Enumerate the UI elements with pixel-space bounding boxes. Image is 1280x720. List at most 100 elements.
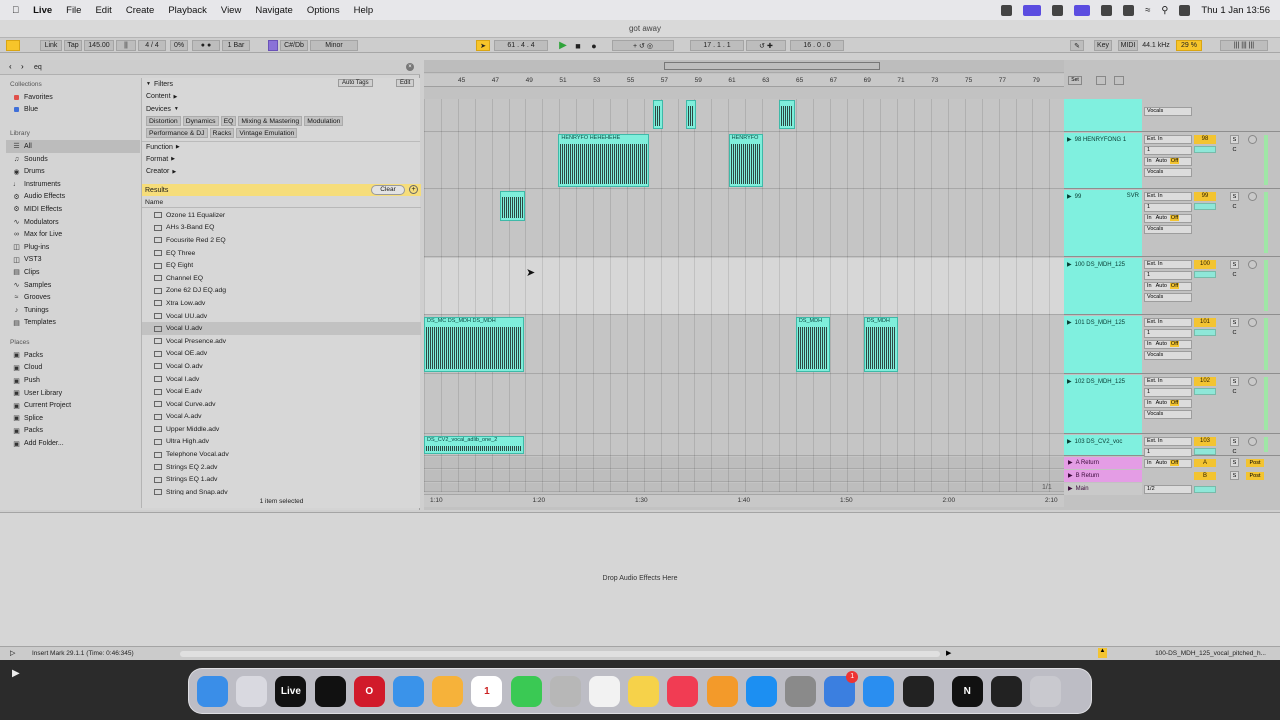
input-type[interactable]: Ext. In <box>1144 260 1192 269</box>
device-tag[interactable]: EQ <box>220 115 237 126</box>
dock-music-icon[interactable] <box>667 676 699 707</box>
fold-icon[interactable]: ▶ <box>1067 262 1072 268</box>
search-icon[interactable]: ⚲ <box>1161 5 1168 16</box>
pan-center[interactable]: C <box>1230 448 1239 457</box>
status-icon-5[interactable] <box>1101 4 1113 16</box>
dock-contacts-icon[interactable] <box>549 676 581 707</box>
dock-logic-icon[interactable] <box>902 676 934 707</box>
stop-button[interactable]: ■ <box>572 40 584 51</box>
solo-button[interactable]: S <box>1230 471 1239 480</box>
library-item-plug-ins[interactable]: ◫ Plug-ins <box>6 241 140 254</box>
status-icon-2[interactable] <box>1023 4 1042 16</box>
result-item[interactable]: EQ Three <box>142 247 421 260</box>
auto-tags-button[interactable]: Auto Tags <box>338 79 373 87</box>
result-item[interactable]: Vocal U.adv <box>142 322 421 335</box>
nudge-buttons[interactable]: || <box>116 40 136 51</box>
solo-button[interactable]: S <box>1230 135 1239 144</box>
volume-slider[interactable] <box>1194 271 1216 278</box>
result-item[interactable]: Telephone Vocal.adv <box>142 448 421 461</box>
post-button[interactable]: Post <box>1246 472 1264 480</box>
track-header[interactable]: ▶ 99 SVR <box>1064 190 1142 256</box>
loop-start[interactable]: 17 . 1 . 1 <box>690 40 744 51</box>
monitor-off[interactable]: Off <box>1169 400 1180 406</box>
name-column-header[interactable]: Name <box>142 197 421 208</box>
audio-clip[interactable] <box>653 100 663 129</box>
arm-button[interactable] <box>1248 377 1257 386</box>
solo-button[interactable]: S <box>1230 318 1239 327</box>
audio-clip[interactable] <box>686 100 696 129</box>
result-item[interactable]: Strings EQ 2.adv <box>142 461 421 474</box>
status-play-icon[interactable]: ▷ <box>10 649 15 657</box>
forward-arrow-icon[interactable]: › <box>21 62 24 71</box>
beat-ruler[interactable]: 45 47 49 51 53 55 57 59 61 63 65 67 69 71 73 75 77 79 <box>424 74 1064 87</box>
menu-options[interactable]: Options <box>307 5 340 16</box>
volume-slider[interactable] <box>1194 146 1216 153</box>
loop-length[interactable]: 16 . 0 . 0 <box>790 40 844 51</box>
arm-button[interactable] <box>1248 192 1257 201</box>
swing-field[interactable]: 0% <box>170 40 188 51</box>
dock-live-icon[interactable]: Live <box>275 676 307 707</box>
volume-slider[interactable] <box>1194 329 1216 336</box>
solo-button[interactable]: S <box>1230 458 1239 467</box>
monitor-select[interactable]: In Auto Off <box>1144 399 1192 408</box>
overdub-buttons[interactable]: + ↺ ◎ <box>612 40 674 51</box>
device-view[interactable]: Drop Audio Effects Here <box>0 512 1280 646</box>
input-channel[interactable]: 1 <box>1144 271 1192 280</box>
return-track-header[interactable]: ▶ A Return <box>1064 457 1142 469</box>
result-item[interactable]: Ultra High.adv <box>142 436 421 449</box>
collection-blue[interactable]: Blue <box>6 104 140 117</box>
quantize-menu[interactable]: 1 Bar <box>222 40 250 51</box>
fold-icon[interactable]: ▶ <box>1068 486 1073 492</box>
monitor-in[interactable]: In <box>1147 400 1152 406</box>
library-item-templates[interactable]: ▤ Templates <box>6 317 140 330</box>
dock-reminders-icon[interactable] <box>589 676 620 707</box>
result-item[interactable]: EQ Eight <box>142 259 421 272</box>
collection-favorites[interactable]: Favorites <box>6 91 140 104</box>
result-item[interactable]: Vocal Curve.adv <box>142 398 421 411</box>
monitor-select[interactable]: In Auto Off <box>1144 282 1192 291</box>
midi-map[interactable]: MIDI <box>1118 40 1138 51</box>
track-lane[interactable] <box>424 375 1064 434</box>
input-type[interactable]: Ext. In <box>1144 135 1192 144</box>
solo-button[interactable]: S <box>1230 192 1239 201</box>
output-channel[interactable]: Vocals <box>1144 225 1192 234</box>
place-item-packs[interactable]: ▣ Packs <box>6 425 140 438</box>
song-position[interactable]: 61 . 4 . 4 <box>494 40 548 51</box>
input-channel[interactable]: 1 <box>1144 203 1192 212</box>
volume-slider[interactable] <box>1194 388 1216 395</box>
key-map[interactable]: Key <box>1094 40 1112 51</box>
status-icon-4[interactable] <box>1074 4 1091 16</box>
device-tag[interactable]: Modulation <box>304 115 344 126</box>
track-number-button[interactable]: 101 <box>1194 318 1216 327</box>
add-filter-icon[interactable]: + <box>409 185 418 194</box>
output-channel[interactable]: Vocals <box>1144 168 1192 177</box>
draw-mode[interactable]: ✎ <box>1070 40 1084 51</box>
monitor-off[interactable]: Off <box>1169 215 1180 221</box>
input-channel[interactable]: 1 <box>1144 329 1192 338</box>
monitor-select[interactable]: In Auto Off <box>1144 340 1192 349</box>
monitor-in[interactable]: In <box>1147 158 1152 164</box>
dock-safari-icon[interactable] <box>863 676 895 707</box>
status-icon-1[interactable] <box>1001 4 1013 16</box>
return-letter-button[interactable]: B <box>1194 472 1216 480</box>
place-item-current-project[interactable]: ▣ Current Project <box>6 399 140 412</box>
result-item[interactable]: Upper Middle.adv <box>142 423 421 436</box>
result-item[interactable]: Zone 62 DJ EQ.adg <box>142 285 421 298</box>
device-tag[interactable]: Racks <box>209 127 235 138</box>
metronome-button[interactable]: ● ● <box>192 40 220 51</box>
arrow-icon[interactable] <box>1096 76 1106 85</box>
track-header[interactable] <box>1064 99 1142 131</box>
content-filter[interactable]: Content ▶ <box>142 91 420 104</box>
monitor-select[interactable]: In Auto Off <box>1144 157 1192 166</box>
dock-launchpad-icon[interactable] <box>236 676 268 707</box>
library-item-grooves[interactable]: ≈ Grooves <box>6 291 140 304</box>
record-button[interactable]: ● <box>588 40 600 51</box>
audio-clip[interactable]: HENRYFO HEHEHEHE <box>558 134 650 187</box>
result-item[interactable]: Vocal UU.adv <box>142 310 421 323</box>
track-number-button[interactable]: 102 <box>1194 377 1216 386</box>
dock-notes-icon[interactable] <box>628 676 660 707</box>
tempo-field[interactable]: 145.00 <box>84 40 114 51</box>
monitor-in[interactable]: In <box>1147 215 1152 221</box>
device-tag[interactable]: Distortion <box>146 115 181 126</box>
dock-system-settings-icon[interactable] <box>785 676 816 707</box>
